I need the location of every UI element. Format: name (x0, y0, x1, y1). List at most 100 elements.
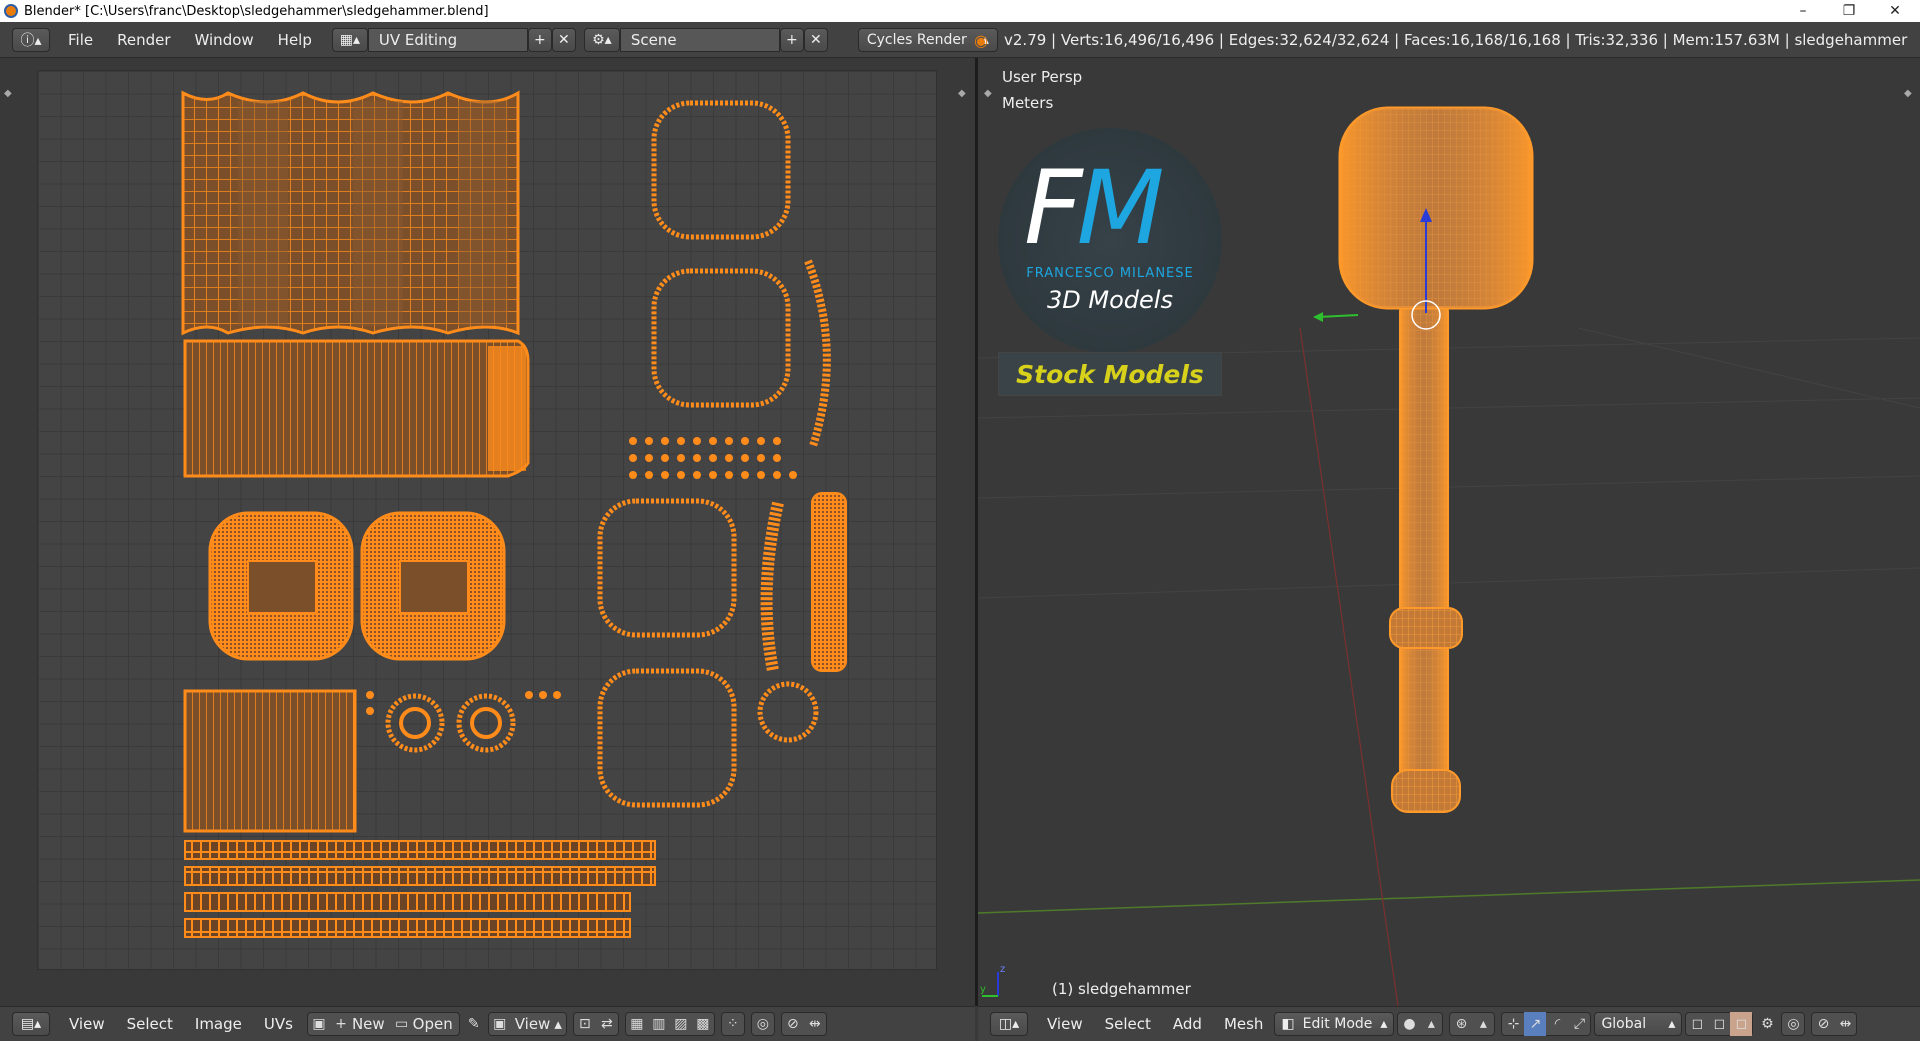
vp-proportional-icon[interactable]: ◎ (1782, 1012, 1804, 1036)
new-image-button[interactable]: New (352, 1015, 391, 1033)
sync-selection-icon[interactable]: ⇄ (596, 1012, 618, 1036)
mesh-select-mode-group: ◻ ◻ ◻ (1685, 1012, 1754, 1036)
vp-menu-add[interactable]: Add (1162, 1015, 1213, 1033)
open-image-button[interactable]: Open (413, 1015, 459, 1033)
uv-ring-island-3 (597, 498, 737, 638)
uv-disc-2 (456, 693, 516, 753)
uv-strip-1 (184, 840, 656, 860)
screen-layout-icon[interactable]: ▦▴ (331, 27, 368, 52)
vp-snap-target-icon[interactable]: ⇹ (1834, 1012, 1856, 1036)
logo-author-name: FRANCESCO MILANESE (1026, 266, 1194, 281)
toolbar-toggle-icon[interactable]: ◆ (4, 88, 12, 99)
proportional-edit-icon[interactable]: ◎ (752, 1012, 774, 1036)
3d-viewport[interactable]: User Persp Meters ◆ ◆ FM FRANCESCO MILAN… (978, 58, 1920, 1006)
face-mode-icon[interactable]: ◻ (1730, 1012, 1753, 1036)
new-image-plus-icon: + (335, 1016, 347, 1032)
vp-snap-icon[interactable]: ⊘ (1812, 1012, 1834, 1036)
properties-toggle-icon[interactable]: ◆ (958, 88, 966, 99)
orientation-arrow-icon: ▴ (1668, 1016, 1676, 1032)
minimize-button[interactable]: – (1780, 0, 1826, 22)
add-layout-icon[interactable]: + (527, 27, 552, 52)
close-button[interactable]: ✕ (1872, 0, 1918, 22)
uv-menu-view[interactable]: View (58, 1015, 116, 1033)
uv-barrel-island (811, 492, 847, 672)
orientation-label: Global (1601, 1016, 1647, 1032)
tool-shelf-toggle-icon[interactable]: ◆ (984, 88, 992, 99)
view-mode-icon: ▣ (493, 1016, 507, 1032)
properties-shelf-toggle-icon[interactable]: ◆ (1904, 88, 1912, 99)
image-browse-icon[interactable]: ▣ (308, 1012, 330, 1036)
uv-strip-4 (184, 918, 631, 938)
pivot-dropdown[interactable]: ⊛ ▴ (1449, 1012, 1496, 1036)
delete-layout-icon[interactable]: ✕ (551, 27, 576, 52)
uv-ring-island-1 (651, 100, 791, 240)
mode-dropdown[interactable]: ◧ Edit Mode ▴ (1274, 1012, 1395, 1036)
editor-type-3d-icon[interactable]: ◫▴ (990, 1012, 1028, 1036)
snap-icon[interactable]: ⊘ (782, 1012, 804, 1036)
rotate-manipulator-icon[interactable]: ◜ (1546, 1012, 1568, 1036)
edge-select-icon[interactable]: ▥ (648, 1012, 670, 1036)
sledgehammer-mesh[interactable] (1330, 98, 1630, 958)
delete-scene-icon[interactable]: ✕ (803, 27, 828, 52)
units-label: Meters (1002, 94, 1054, 112)
select-mode-group: ▦ ▥ ▨ ▩ (624, 1012, 715, 1036)
screen-layout-field[interactable]: UV Editing (367, 27, 528, 52)
uv-curved-strip-2 (760, 501, 784, 673)
menu-render[interactable]: Render (105, 22, 182, 58)
add-scene-icon[interactable]: + (779, 27, 804, 52)
occlude-geometry-icon[interactable]: ⚙ (1756, 1012, 1778, 1036)
editor-type-uv-icon[interactable]: ▤▴ (12, 1012, 50, 1036)
vp-menu-mesh[interactable]: Mesh (1213, 1015, 1275, 1033)
menu-help[interactable]: Help (266, 22, 324, 58)
snap-group: ⊘ ⇹ (780, 1012, 827, 1036)
blender-logo-icon (4, 4, 18, 18)
edit-mode-icon: ◧ (1281, 1016, 1295, 1032)
editor-type-info-icon[interactable]: ⓘ▴ (12, 27, 50, 52)
uv-editor-header: ▤▴ View Select Image UVs ▣ + New ▭ Open … (0, 1006, 975, 1041)
pivot-arrow-icon: ▴ (1479, 1016, 1487, 1032)
uv-ring-island-2 (651, 268, 791, 408)
open-folder-icon: ▭ (395, 1016, 409, 1032)
vp-menu-view[interactable]: View (1036, 1015, 1094, 1033)
axis-gizmo: z y (980, 964, 1005, 997)
scene-field[interactable]: Scene (619, 27, 780, 52)
uv-image-editor[interactable]: ◆ ◆ (0, 58, 975, 1006)
handle-collar-mesh[interactable] (1389, 607, 1463, 649)
mode-arrow-icon: ▴ (1380, 1016, 1388, 1032)
translate-manipulator-icon[interactable]: ↗ (1524, 1012, 1547, 1036)
uv-strip-3 (184, 892, 631, 912)
active-object-label: (1) sledgehammer (1052, 980, 1191, 998)
sticky-mode-icon[interactable]: ⁘ (722, 1012, 744, 1036)
svg-text:z: z (1000, 964, 1005, 975)
svg-text:y: y (980, 984, 986, 995)
scene-icon[interactable]: ⚙▴ (583, 27, 620, 52)
island-select-icon[interactable]: ▩ (692, 1012, 714, 1036)
window-title: Blender* [C:\Users\franc\Desktop\sledgeh… (24, 3, 489, 19)
vertex-mode-icon[interactable]: ◻ (1686, 1012, 1708, 1036)
restore-button[interactable]: ❐ (1826, 0, 1872, 22)
view-mode-arrow-icon: ▴ (554, 1015, 562, 1033)
uv-islands (181, 90, 847, 938)
manipulator-toggle-icon[interactable]: ⊹ (1502, 1012, 1524, 1036)
render-engine-label: Cycles Render (866, 31, 967, 48)
pin-icon[interactable]: ✎ (463, 1012, 485, 1036)
pivot-icon[interactable]: ⊡ (574, 1012, 596, 1036)
scale-manipulator-icon[interactable]: ⤢ (1568, 1012, 1590, 1036)
vertex-select-icon[interactable]: ▦ (626, 1012, 648, 1036)
vp-menu-select[interactable]: Select (1094, 1015, 1162, 1033)
menu-window[interactable]: Window (183, 22, 266, 58)
face-select-icon[interactable]: ▨ (670, 1012, 692, 1036)
snap-target-icon[interactable]: ⇹ (804, 1012, 826, 1036)
uv-lower-handle-island (183, 689, 357, 833)
uv-menu-image[interactable]: Image (184, 1015, 253, 1033)
edge-mode-icon[interactable]: ◻ (1708, 1012, 1730, 1036)
menu-file[interactable]: File (56, 22, 105, 58)
uv-menu-uvs[interactable]: UVs (253, 1015, 304, 1033)
uv-menu-select[interactable]: Select (116, 1015, 184, 1033)
view-mode-dropdown[interactable]: ▣ View ▴ (487, 1012, 567, 1036)
handle-end-mesh[interactable] (1391, 769, 1461, 813)
shading-dropdown[interactable]: ● ▴ (1397, 1012, 1444, 1036)
orientation-dropdown[interactable]: Global ▴ (1594, 1012, 1683, 1036)
uv-canvas[interactable] (37, 70, 937, 970)
uv-disc-1 (385, 693, 445, 753)
